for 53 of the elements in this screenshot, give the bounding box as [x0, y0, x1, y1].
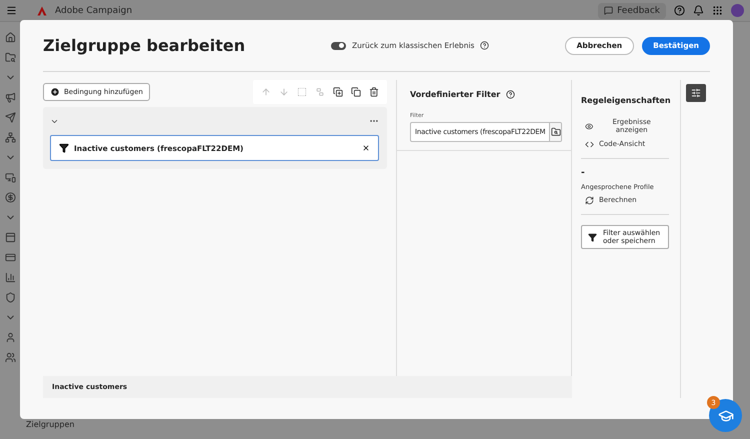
refresh-icon — [585, 196, 594, 204]
trash-icon — [369, 87, 379, 97]
eye-icon — [585, 122, 594, 130]
graduation-cap-icon — [718, 408, 734, 424]
devices-icon[interactable] — [4, 172, 16, 183]
folder-search-icon[interactable] — [4, 52, 16, 63]
filter-icon — [59, 143, 69, 153]
duplicate-icon — [333, 87, 343, 97]
browse-button[interactable] — [549, 123, 561, 141]
close-icon[interactable] — [362, 144, 370, 152]
avatar-icon[interactable] — [731, 4, 744, 17]
arrow-down-icon — [279, 87, 289, 97]
help-icon[interactable] — [674, 5, 685, 16]
sidebar-label[interactable]: Zielgruppen — [26, 420, 74, 429]
product-name: Adobe Campaign — [55, 6, 132, 16]
folder-search-icon — [550, 127, 561, 137]
feedback-button[interactable]: Feedback — [598, 2, 666, 18]
users-icon[interactable] — [4, 352, 16, 363]
profile-count: - — [581, 168, 586, 178]
code-icon — [585, 140, 594, 148]
copy-icon — [351, 87, 361, 97]
toolbar-button[interactable] — [351, 87, 361, 97]
group-icon — [297, 87, 307, 97]
panel-icon[interactable] — [4, 232, 16, 243]
user-icon[interactable] — [4, 332, 16, 343]
megaphone-icon[interactable] — [4, 92, 16, 103]
toolbar-button[interactable] — [333, 87, 343, 97]
dialog-title: Zielgruppe bearbeiten — [43, 36, 246, 55]
learn-button[interactable] — [709, 399, 742, 432]
bell-icon[interactable] — [693, 5, 704, 16]
sliders-icon — [690, 88, 700, 98]
bar-chart-icon[interactable] — [4, 272, 16, 283]
help-icon[interactable] — [506, 90, 516, 99]
send-icon[interactable] — [4, 112, 16, 123]
help-icon[interactable] — [480, 41, 490, 50]
menu-icon[interactable] — [6, 5, 17, 16]
feedback-icon — [604, 6, 614, 15]
settings-button[interactable] — [686, 84, 706, 102]
filter-icon — [588, 232, 597, 242]
home-icon[interactable] — [4, 32, 16, 43]
card-icon[interactable] — [4, 252, 16, 263]
panel-title: Regeleigenschaften — [581, 96, 671, 105]
toggle-switch[interactable] — [331, 42, 346, 50]
shield-icon[interactable] — [4, 292, 16, 303]
network-icon[interactable] — [4, 132, 16, 143]
arrow-up-icon — [261, 87, 271, 97]
apps-icon[interactable] — [712, 5, 723, 16]
plus-icon — [50, 87, 60, 97]
logo-icon — [37, 6, 47, 16]
ungroup-icon — [315, 87, 325, 97]
toolbar-button[interactable] — [369, 87, 379, 97]
coin-icon[interactable] — [4, 192, 16, 203]
panel-title: Vordefinierter Filter — [410, 90, 500, 99]
